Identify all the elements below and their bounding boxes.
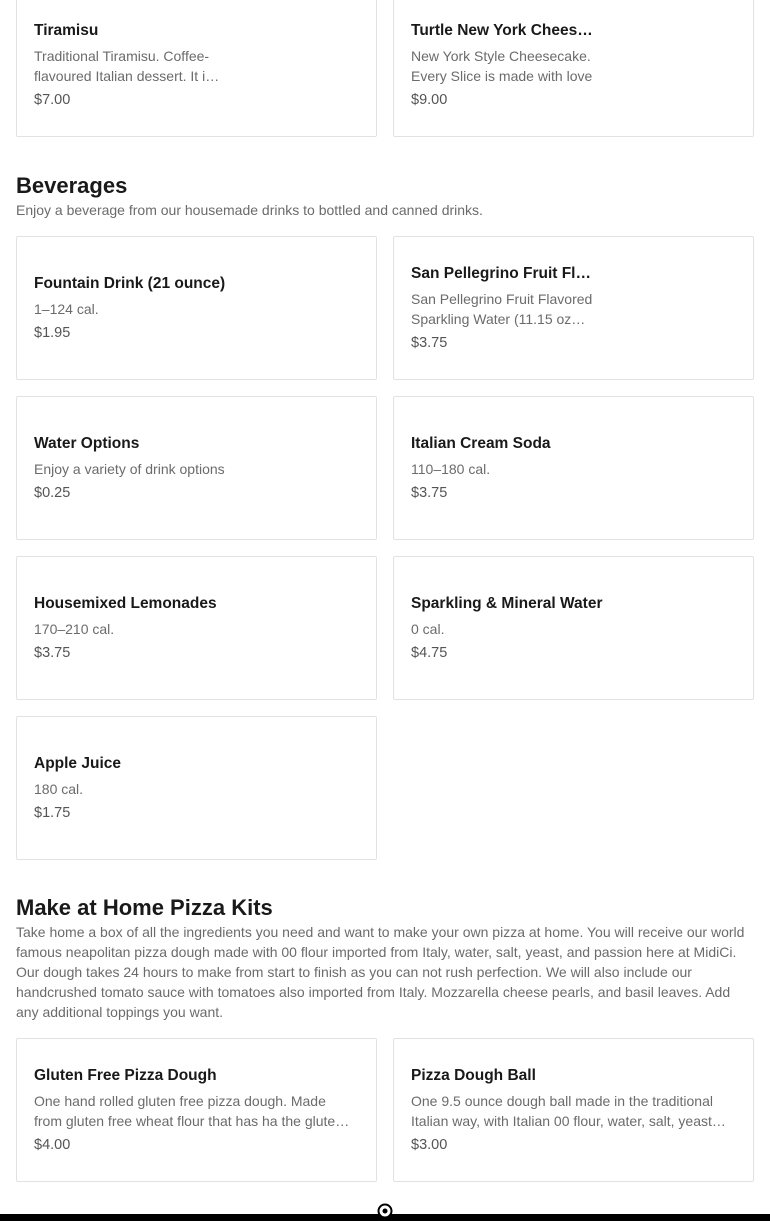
menu-item-card-turtle-cheesecake[interactable]: Turtle New York Cheesecake New York Styl… — [393, 0, 754, 137]
item-description: San Pellegrino Fruit Flavored Sparkling … — [411, 290, 593, 327]
item-price: $0.25 — [34, 484, 71, 501]
menu-item-card-tiramisu[interactable]: Tiramisu Traditional Tiramisu. Coffee-fl… — [16, 0, 377, 137]
section-description-pizza-kits: Take home a box of all the ingredients y… — [16, 924, 745, 1020]
item-description: Enjoy a variety of drink options — [34, 460, 225, 477]
item-price: $7.00 — [34, 91, 71, 108]
item-name: Tiramisu — [34, 21, 99, 39]
item-name: Water Options — [34, 434, 140, 452]
item-name: Gluten Free Pizza Dough — [34, 1066, 217, 1084]
item-description: 180 cal. — [34, 780, 84, 797]
section-title-beverages: Beverages — [16, 173, 128, 198]
item-name: Fountain Drink (21 ounce) — [34, 274, 226, 292]
item-price: $4.75 — [411, 644, 448, 661]
menu-item-card-san-pellegrino[interactable]: San Pellegrino Fruit Flavored Sparkling … — [393, 236, 754, 380]
item-name: Sparkling & Mineral Water — [411, 594, 603, 612]
item-description: 110–180 cal. — [411, 460, 491, 477]
menu-item-card-housemixed-lemonades[interactable]: Housemixed Lemonades 170–210 cal. $3.75 — [16, 556, 377, 700]
item-price: $1.75 — [34, 804, 71, 821]
item-name: Housemixed Lemonades — [34, 594, 217, 612]
menu-item-card-water-options[interactable]: Water Options Enjoy a variety of drink o… — [16, 396, 377, 540]
section-description-beverages: Enjoy a beverage from our housemade drin… — [16, 202, 483, 218]
item-price: $3.75 — [411, 334, 448, 351]
item-description: 1–124 cal. — [34, 300, 99, 317]
item-name: Turtle New York Cheesecake — [411, 21, 597, 39]
item-price: $3.00 — [411, 1136, 448, 1153]
item-description: 170–210 cal. — [34, 620, 115, 637]
location-pin-icon[interactable] — [376, 1203, 394, 1221]
item-name: Pizza Dough Ball — [411, 1066, 536, 1084]
item-price: $1.95 — [34, 324, 71, 341]
item-name: Italian Cream Soda — [411, 434, 551, 452]
item-price: $3.75 — [34, 644, 71, 661]
item-price: $9.00 — [411, 91, 448, 108]
item-description: New York Style Cheesecake. Every Slice i… — [411, 47, 593, 84]
menu-item-card-gluten-free-dough[interactable]: Gluten Free Pizza Dough One hand rolled … — [16, 1038, 377, 1182]
section-title-pizza-kits: Make at Home Pizza Kits — [16, 895, 273, 920]
menu-item-card-italian-cream-soda[interactable]: Italian Cream Soda 110–180 cal. $3.75 — [393, 396, 754, 540]
item-description: One 9.5 ounce dough ball made in the tra… — [411, 1092, 713, 1129]
item-name: Apple Juice — [34, 754, 121, 772]
item-description: Traditional Tiramisu. Coffee-flavoured I… — [34, 47, 213, 84]
item-description: 0 cal. — [411, 620, 445, 637]
item-price: $4.00 — [34, 1136, 71, 1153]
item-description: One hand rolled gluten free pizza dough.… — [34, 1092, 343, 1129]
menu-item-card-apple-juice[interactable]: Apple Juice 180 cal. $1.75 — [16, 716, 377, 860]
item-name: San Pellegrino Fruit Flavored Sparkling … — [411, 264, 597, 282]
menu-item-card-sparkling-mineral-water[interactable]: Sparkling & Mineral Water 0 cal. $4.75 — [393, 556, 754, 700]
item-price: $3.75 — [411, 484, 448, 501]
menu-item-card-pizza-dough-ball[interactable]: Pizza Dough Ball One 9.5 ounce dough bal… — [393, 1038, 754, 1182]
menu-item-card-fountain-drink[interactable]: Fountain Drink (21 ounce) 1–124 cal. $1.… — [16, 236, 377, 380]
